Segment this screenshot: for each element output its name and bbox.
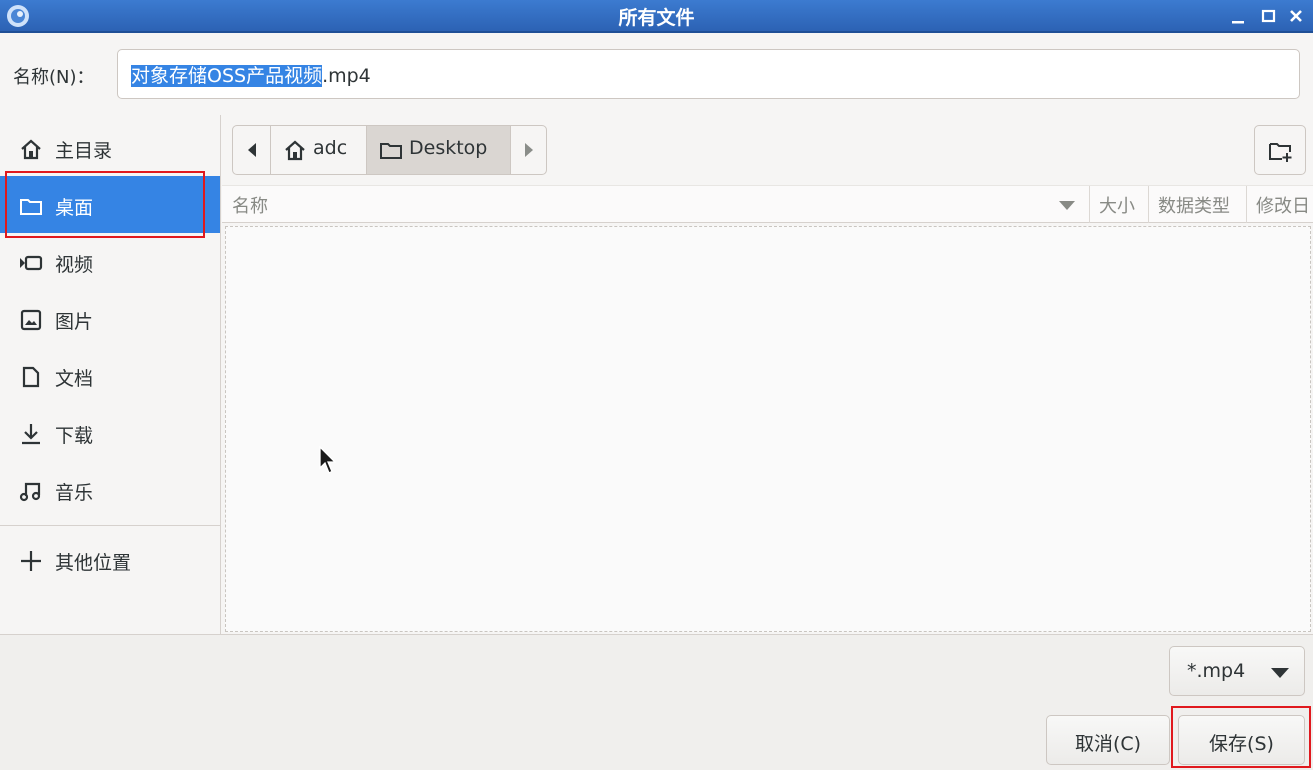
path-bar: adc Desktop (232, 125, 547, 175)
dialog-footer: *.mp4 取消(C) 保存(S) (0, 634, 1313, 770)
sidebar-item-label: 音乐 (55, 482, 94, 504)
column-separator (1246, 186, 1247, 223)
close-icon[interactable] (1284, 4, 1308, 28)
music-icon (19, 482, 41, 502)
column-type-header[interactable]: 数据类型 (1158, 192, 1230, 218)
path-segment-home[interactable]: adc (271, 126, 367, 174)
video-icon (20, 255, 43, 271)
sidebar-item-label: 其他位置 (55, 552, 132, 574)
sidebar-item-label: 下载 (55, 425, 94, 447)
sidebar-item-label: 视频 (55, 254, 94, 276)
file-browser: adc Desktop 名称 大小 数据类型 修改日 (222, 115, 1313, 635)
path-back-button[interactable] (233, 126, 271, 174)
sidebar-item-label: 图片 (55, 311, 94, 333)
file-list-area[interactable] (225, 226, 1311, 632)
home-icon (21, 139, 41, 160)
chevron-left-icon (248, 143, 256, 157)
chevron-down-icon (1271, 668, 1289, 678)
column-size-header[interactable]: 大小 (1099, 192, 1135, 218)
column-header: 名称 大小 数据类型 修改日 (222, 185, 1313, 223)
plus-icon (21, 551, 41, 571)
sidebar-divider (0, 525, 220, 526)
column-separator (1148, 186, 1149, 223)
path-segment-label: adc (313, 137, 348, 159)
sidebar-item-other-locations[interactable]: 其他位置 (0, 531, 220, 588)
sidebar-item-label: 文档 (55, 368, 94, 390)
sidebar-item-music[interactable]: 音乐 (0, 461, 220, 518)
desktop-highlight-box (5, 171, 205, 238)
filename-suffix-text: .mp4 (322, 65, 371, 87)
file-type-filter-value: *.mp4 (1187, 660, 1246, 682)
folder-icon (380, 143, 402, 159)
file-type-filter[interactable]: *.mp4 (1169, 646, 1305, 696)
sidebar-item-pictures[interactable]: 图片 (0, 290, 220, 347)
filename-input[interactable]: 对象存储OSS产品视频.mp4 (117, 49, 1300, 99)
image-icon (20, 309, 42, 331)
minimize-icon[interactable] (1226, 4, 1250, 28)
sidebar-item-videos[interactable]: 视频 (0, 233, 220, 290)
home-icon (285, 140, 305, 161)
column-name-header[interactable]: 名称 (232, 192, 268, 218)
sort-down-icon[interactable] (1058, 199, 1076, 211)
sidebar-item-home[interactable]: 主目录 (0, 119, 220, 176)
chevron-right-icon (525, 143, 533, 157)
new-folder-icon (1269, 143, 1292, 162)
download-icon (22, 424, 40, 445)
path-segment-desktop[interactable]: Desktop (367, 126, 511, 174)
mouse-cursor-icon (319, 446, 337, 474)
document-icon (22, 366, 40, 388)
filename-selected-text: 对象存储OSS产品视频 (131, 65, 323, 87)
filename-row: 名称(N)： 对象存储OSS产品视频.mp4 (0, 35, 1313, 115)
sidebar-item-label: 主目录 (55, 140, 113, 162)
path-forward-button[interactable] (511, 126, 546, 174)
filename-label: 名称(N)： (13, 67, 95, 88)
window-title: 所有文件 (618, 7, 695, 29)
title-bar: 所有文件 (0, 0, 1313, 33)
column-separator (1089, 186, 1090, 223)
new-folder-button[interactable] (1254, 125, 1306, 175)
save-highlight-box (1171, 706, 1311, 768)
sidebar-item-documents[interactable]: 文档 (0, 347, 220, 404)
sidebar-item-downloads[interactable]: 下载 (0, 404, 220, 461)
column-modified-header[interactable]: 修改日 (1256, 192, 1310, 218)
maximize-icon[interactable] (1256, 4, 1280, 28)
cancel-button[interactable]: 取消(C) (1046, 715, 1170, 765)
path-segment-label: Desktop (409, 137, 488, 159)
